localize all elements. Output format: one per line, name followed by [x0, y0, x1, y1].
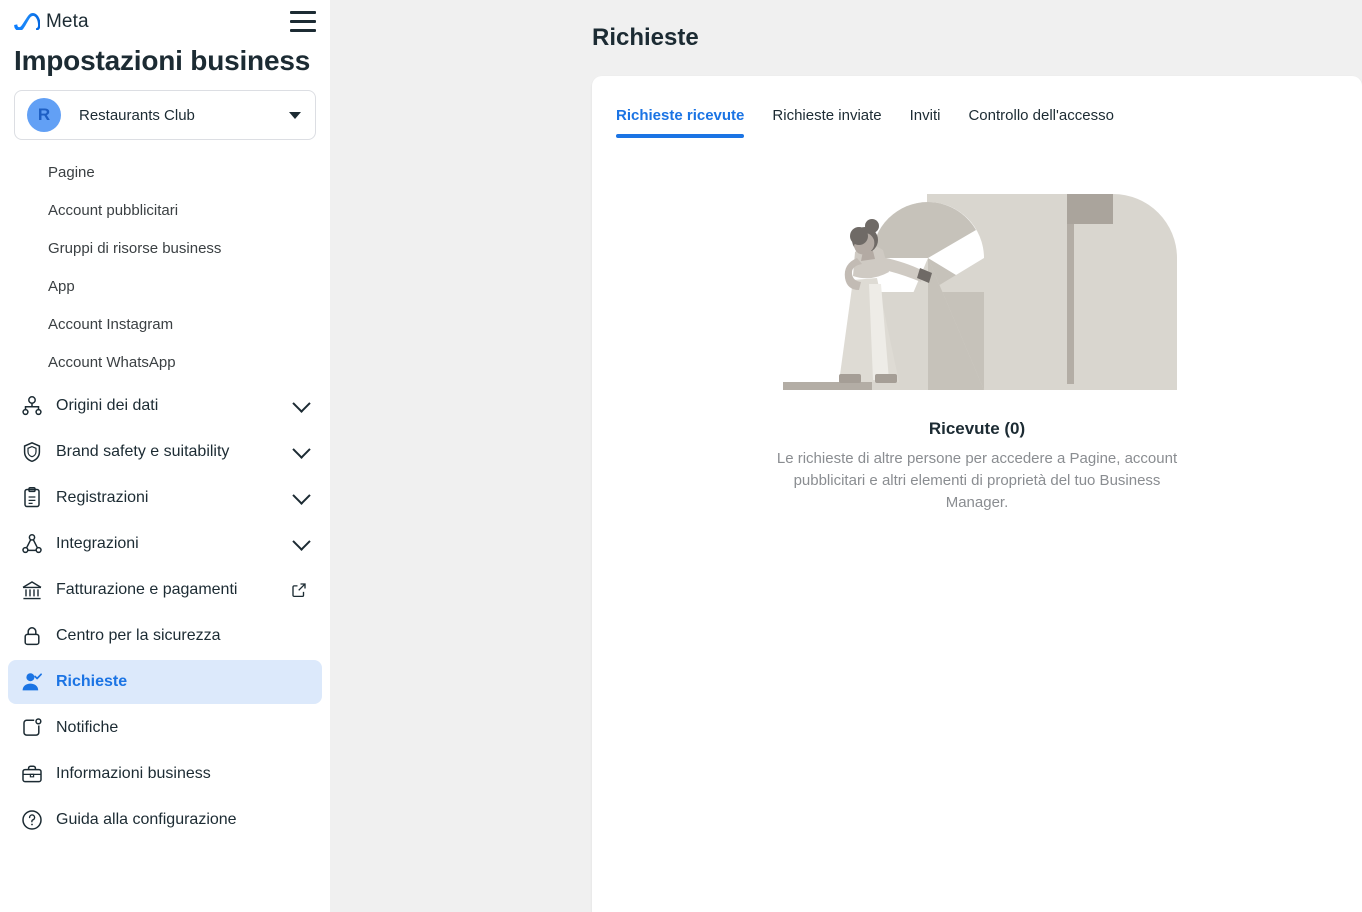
meta-wordmark: Meta [46, 11, 89, 32]
meta-logo[interactable]: Meta [14, 10, 89, 31]
tab-controllo-accesso[interactable]: Controllo dell'accesso [954, 106, 1127, 138]
meta-infinity-icon [14, 13, 40, 30]
main-content: Richieste Richieste ricevute Richieste i… [330, 0, 1362, 912]
sidebar: Meta Impostazioni business R Restaurants… [0, 0, 330, 912]
empty-state-description: Le richieste di altre persone per accede… [776, 450, 1178, 511]
sidebar-item-account-whatsapp[interactable]: Account WhatsApp [0, 344, 330, 382]
person-check-icon [18, 668, 46, 696]
sidebar-item-label: Centro per la sicurezza [56, 627, 221, 644]
tab-richieste-inviate[interactable]: Richieste inviate [758, 106, 895, 138]
hamburger-menu-icon[interactable] [290, 10, 316, 32]
bell-icon [18, 714, 46, 742]
sidebar-item-label: Fatturazione e pagamenti [56, 581, 238, 598]
tab-bar: Richieste ricevute Richieste inviate Inv… [592, 76, 1362, 138]
sidebar-item-centro-sicurezza[interactable]: Centro per la sicurezza [8, 614, 322, 658]
sidebar-item-fatturazione-pagamenti[interactable]: Fatturazione e pagamenti [8, 568, 322, 612]
sidebar-item-label: Richieste [56, 673, 128, 690]
chevron-down-icon[interactable] [292, 439, 311, 459]
sidebar-header: Meta [0, 0, 330, 38]
sidebar-item-label: Informazioni business [56, 765, 211, 782]
question-circle-icon [18, 806, 46, 834]
page-title: Richieste [592, 24, 699, 51]
tab-richieste-ricevute[interactable]: Richieste ricevute [602, 106, 758, 138]
empty-state-title: Ricevute (0) [928, 419, 1026, 438]
briefcase-icon [18, 760, 46, 788]
sidebar-item-gruppi-risorse-business[interactable]: Gruppi di risorse business [0, 230, 330, 268]
sidebar-item-brand-safety[interactable]: Brand safety e suitability [8, 430, 322, 474]
sidebar-item-app[interactable]: App [0, 268, 330, 306]
sidebar-item-label: Brand safety e suitability [56, 443, 230, 460]
mailbox-person-illustration [783, 194, 1177, 390]
sidebar-item-label: Origini dei dati [56, 397, 159, 414]
sidebar-item-origini-dei-dati[interactable]: Origini dei dati [8, 384, 322, 428]
integrations-icon [18, 530, 46, 558]
data-sources-icon [18, 392, 46, 420]
sidebar-item-account-instagram[interactable]: Account Instagram [0, 306, 330, 344]
clipboard-icon [18, 484, 46, 512]
content-card: Richieste ricevute Richieste inviate Inv… [592, 76, 1362, 912]
sidebar-item-label: Guida alla configurazione [56, 811, 237, 828]
app-root: Meta Impostazioni business R Restaurants… [0, 0, 1362, 912]
bank-icon [18, 576, 46, 604]
business-name: Restaurants Club [79, 106, 195, 124]
sidebar-nav: Pagine Account pubblicitari Gruppi di ri… [0, 154, 330, 842]
caret-down-icon [289, 111, 301, 119]
business-selector[interactable]: R Restaurants Club [14, 90, 316, 140]
main-header: Richieste [330, 0, 1362, 76]
sidebar-item-label: Integrazioni [56, 535, 139, 552]
sidebar-item-informazioni-business[interactable]: Informazioni business [8, 752, 322, 796]
chevron-down-icon[interactable] [292, 531, 311, 551]
sidebar-item-registrazioni[interactable]: Registrazioni [8, 476, 322, 520]
sidebar-item-account-pubblicitari[interactable]: Account pubblicitari [0, 192, 330, 230]
sidebar-item-richieste[interactable]: Richieste [8, 660, 322, 704]
page-heading: Impostazioni business [14, 45, 311, 76]
chevron-down-icon[interactable] [292, 393, 311, 413]
sidebar-item-guida-configurazione[interactable]: Guida alla configurazione [8, 798, 322, 842]
chevron-down-icon[interactable] [292, 485, 311, 505]
sidebar-item-integrazioni[interactable]: Integrazioni [8, 522, 322, 566]
empty-state: Ricevute (0) Le richieste di altre perso… [592, 138, 1362, 514]
sidebar-item-notifiche[interactable]: Notifiche [8, 706, 322, 750]
sidebar-item-label: Notifiche [56, 719, 119, 736]
lock-icon [18, 622, 46, 650]
sidebar-item-pagine[interactable]: Pagine [0, 154, 330, 192]
avatar: R [27, 98, 61, 132]
shield-icon [18, 438, 46, 466]
sidebar-item-label: Registrazioni [56, 489, 149, 506]
external-link-icon[interactable] [290, 581, 308, 599]
tab-inviti[interactable]: Inviti [896, 106, 955, 138]
